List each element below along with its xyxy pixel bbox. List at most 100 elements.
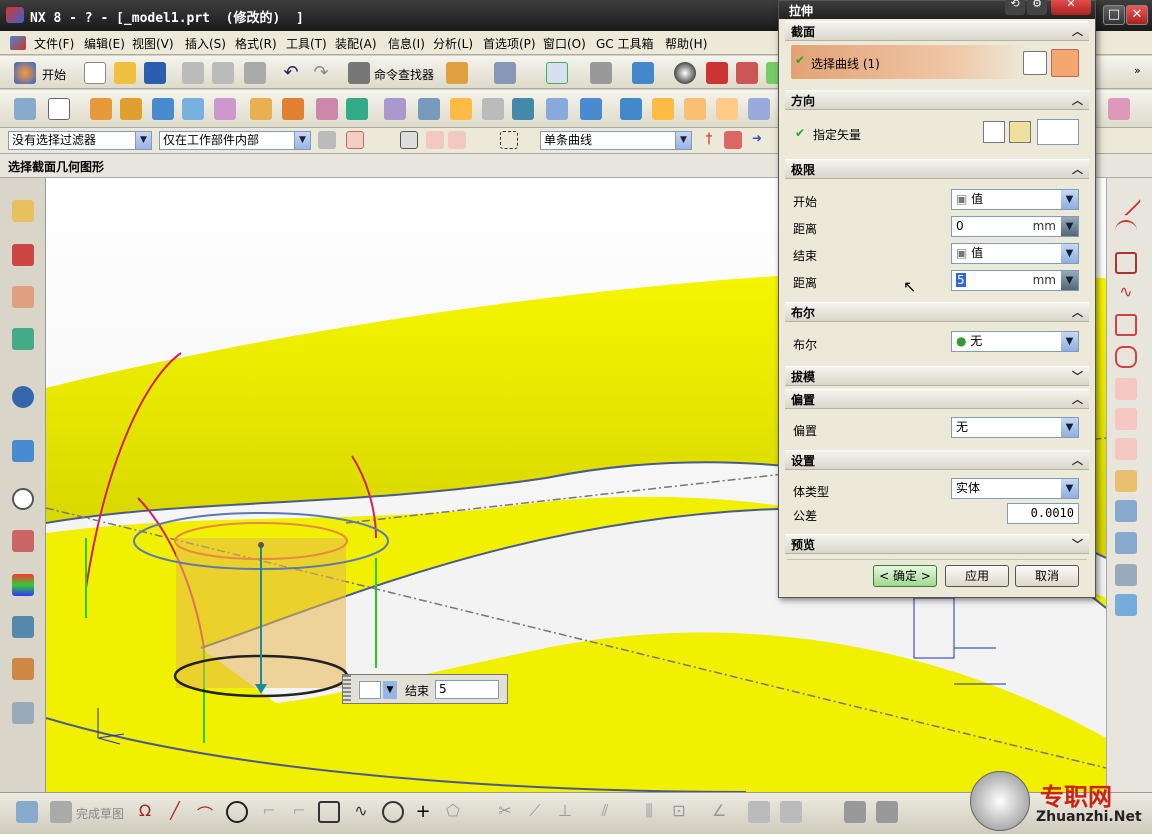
paste-icon[interactable]: [244, 62, 266, 84]
offset-sketch-icon[interactable]: ⫽: [594, 801, 616, 823]
point-tool-icon[interactable]: +: [412, 801, 434, 823]
menu-gc-toolbox[interactable]: GC 工具箱: [596, 35, 654, 52]
spline-icon[interactable]: ∿: [1115, 282, 1137, 304]
menu-analysis[interactable]: 分析(L): [433, 35, 473, 52]
chevron-down-icon[interactable]: ▼: [1061, 418, 1078, 437]
open-folder-icon[interactable]: [114, 62, 136, 84]
polygon-icon[interactable]: [1115, 314, 1137, 336]
ok-button[interactable]: < 确定 >: [873, 565, 937, 587]
chevron-down-icon[interactable]: ▼: [294, 132, 310, 149]
chevron-up-icon[interactable]: ︿: [1072, 451, 1083, 471]
offset-group-header[interactable]: 偏置 ︿: [785, 389, 1089, 409]
constraint-navigator-icon[interactable]: [12, 244, 34, 266]
draft-group-header[interactable]: 拔模 ﹀: [785, 366, 1089, 386]
redo-icon[interactable]: ↷: [310, 62, 332, 84]
line-icon[interactable]: [1110, 185, 1142, 217]
info-icon[interactable]: [494, 62, 516, 84]
type-filter-select[interactable]: 没有选择过滤器 ▼: [8, 131, 152, 150]
subtract-icon[interactable]: [346, 98, 368, 120]
curve-on-surface-icon[interactable]: [1115, 470, 1137, 492]
dialog-title-bar[interactable]: 拉伸: [779, 1, 1095, 19]
limits-group-header[interactable]: 极限 ︿: [785, 159, 1089, 179]
replace-face-icon[interactable]: [620, 98, 642, 120]
cancel-button[interactable]: 取消: [1015, 565, 1079, 587]
spin-down-icon[interactable]: ▼: [1061, 271, 1078, 290]
offset-curve-icon[interactable]: [1115, 378, 1137, 400]
sketch-icon[interactable]: [14, 98, 36, 120]
studio-spline-icon[interactable]: ∿: [350, 801, 372, 823]
arrow-right-icon[interactable]: ➜: [748, 131, 766, 149]
pad-icon[interactable]: [214, 98, 236, 120]
value-type-icon[interactable]: [359, 681, 381, 699]
helix-icon[interactable]: [1115, 594, 1137, 616]
finish-sketch-icon[interactable]: [50, 801, 72, 823]
chevron-down-icon[interactable]: ▼: [675, 132, 691, 149]
boolean-select[interactable]: ● 无 ▼: [951, 331, 1079, 352]
trim-body-icon[interactable]: [512, 98, 534, 120]
finish-sketch-label[interactable]: 完成草图: [76, 805, 124, 822]
new-file-icon[interactable]: [84, 62, 106, 84]
history-icon[interactable]: [12, 488, 34, 510]
fit-view-icon[interactable]: [546, 62, 568, 84]
dialog-close-button[interactable]: ✕: [1051, 0, 1091, 15]
apply-button[interactable]: 应用: [945, 565, 1009, 587]
toolbar-overflow-icon[interactable]: »: [1134, 64, 1141, 77]
ellipse-tool-icon[interactable]: [382, 801, 404, 823]
scope-filter-select[interactable]: 仅在工作部件内部 ▼: [159, 131, 311, 150]
start-icon[interactable]: [14, 62, 36, 84]
chamfer-icon[interactable]: [418, 98, 440, 120]
mirror-icon[interactable]: [282, 98, 304, 120]
reverse-direction-icon[interactable]: [983, 121, 1005, 143]
rectangle-tool-icon[interactable]: [318, 801, 340, 823]
sweep-icon[interactable]: [652, 98, 674, 120]
part-navigator-icon[interactable]: [12, 286, 34, 308]
menu-info[interactable]: 信息(I): [388, 35, 425, 52]
section-group-header[interactable]: 截面 ︿: [785, 21, 1089, 41]
start-label[interactable]: 开始: [42, 66, 66, 83]
chevron-down-icon[interactable]: ▼: [1061, 332, 1078, 351]
line-tool-icon[interactable]: ╱: [164, 801, 186, 823]
draft-icon[interactable]: [748, 98, 770, 120]
onscreen-input-box[interactable]: ▼ 结束 5: [342, 674, 508, 704]
quick-extend-icon[interactable]: ⟋: [524, 801, 546, 823]
menu-preferences[interactable]: 首选项(P): [483, 35, 536, 52]
menu-format[interactable]: 格式(R): [235, 35, 277, 52]
edge-blend-icon[interactable]: [384, 98, 406, 120]
curve-rule-select[interactable]: 单条曲线 ▼: [540, 131, 692, 150]
intersection-curve-icon[interactable]: [1115, 438, 1137, 460]
delete-face-icon[interactable]: [716, 98, 738, 120]
restore-button[interactable]: □: [1103, 5, 1125, 25]
preview-group-header[interactable]: 预览 ﹀: [785, 534, 1089, 554]
arc-tool-icon[interactable]: ⌒: [194, 801, 216, 824]
offset-select[interactable]: 无 ▼: [951, 417, 1079, 438]
menu-help[interactable]: 帮助(H): [665, 35, 707, 52]
process-studio-icon[interactable]: [12, 574, 34, 596]
dialog-settings-icon[interactable]: ⚙: [1027, 0, 1047, 15]
chevron-up-icon[interactable]: ︿: [1072, 160, 1083, 180]
chevron-down-icon[interactable]: ﹀: [1072, 367, 1083, 387]
project-curve-icon[interactable]: [1115, 408, 1137, 430]
bridge-curve-icon[interactable]: [1115, 500, 1137, 522]
roles-panel-icon[interactable]: [12, 658, 34, 680]
boolean-group-header[interactable]: 布尔 ︿: [785, 302, 1089, 322]
cylinder-icon[interactable]: [182, 98, 204, 120]
spin-down-icon[interactable]: ▼: [1061, 217, 1078, 236]
chevron-up-icon[interactable]: ︿: [1072, 303, 1083, 323]
select-face-icon[interactable]: [400, 131, 418, 149]
sketch-settings-icon[interactable]: [844, 801, 866, 823]
start-distance-input[interactable]: 0 mm ▼: [951, 216, 1079, 237]
command-finder-icon[interactable]: [348, 62, 370, 84]
auto-constrain-icon[interactable]: [748, 801, 770, 823]
end-type-select[interactable]: ▣ 值 ▼: [951, 243, 1079, 264]
web-browser-icon[interactable]: [12, 440, 34, 462]
handle-icon[interactable]: [343, 675, 351, 703]
close-window-button[interactable]: ✕: [1126, 5, 1148, 25]
more-feature-icon[interactable]: [1108, 98, 1130, 120]
save-icon[interactable]: [144, 62, 166, 84]
chevron-up-icon[interactable]: ︿: [1072, 91, 1083, 111]
filter-settings-icon[interactable]: [318, 131, 336, 149]
chamfer-tool-icon[interactable]: ⌐: [288, 801, 310, 823]
make-corner-icon[interactable]: ⊥: [554, 801, 576, 823]
copy-icon[interactable]: [212, 62, 234, 84]
menu-file[interactable]: 文件(F): [34, 35, 74, 52]
